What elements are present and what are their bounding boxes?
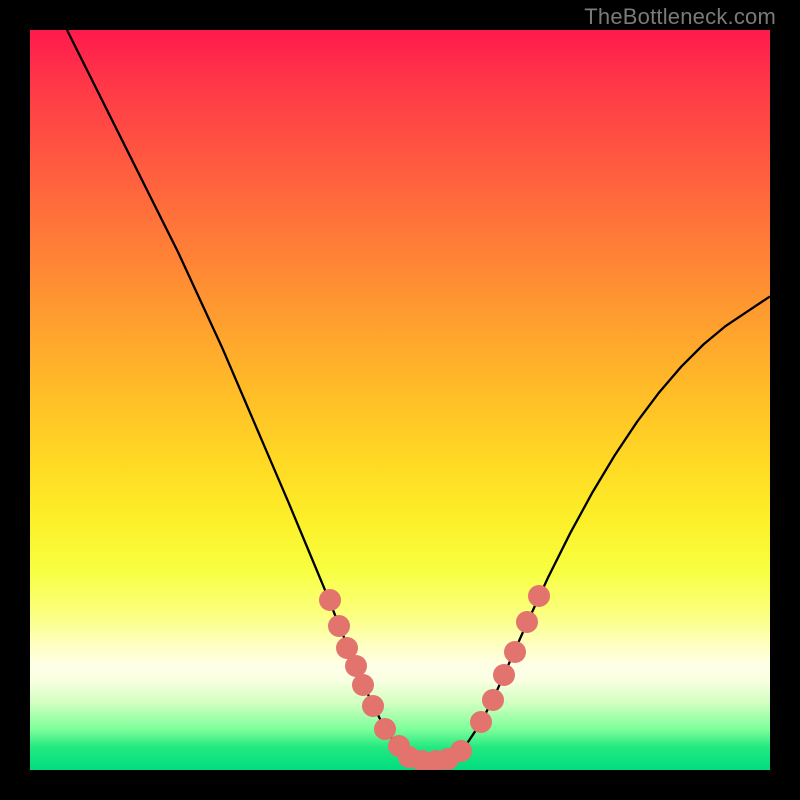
- data-marker: [362, 695, 384, 717]
- data-marker: [470, 711, 492, 733]
- data-marker: [516, 611, 538, 633]
- data-marker: [328, 615, 350, 637]
- data-marker: [319, 589, 341, 611]
- data-marker: [482, 689, 504, 711]
- data-marker: [450, 740, 472, 762]
- data-marker: [493, 664, 515, 686]
- data-marker: [352, 674, 374, 696]
- data-marker: [528, 585, 550, 607]
- chart-frame: TheBottleneck.com: [0, 0, 800, 800]
- watermark-text: TheBottleneck.com: [584, 4, 776, 30]
- data-marker: [504, 641, 526, 663]
- plot-area: [30, 30, 770, 770]
- markers-layer: [30, 30, 770, 770]
